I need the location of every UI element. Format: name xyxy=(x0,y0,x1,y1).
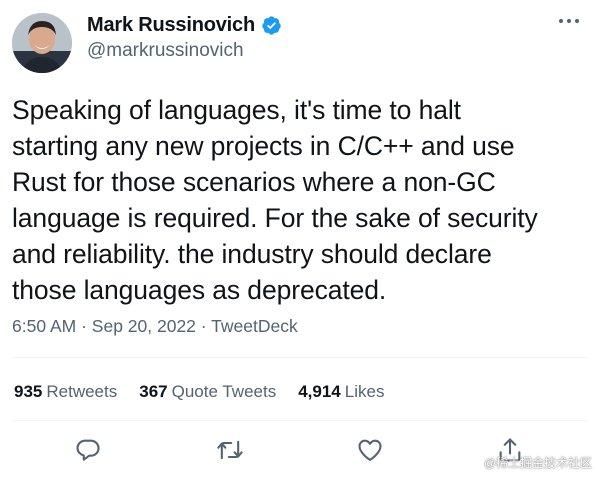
divider xyxy=(12,357,588,358)
retweets-label: Retweets xyxy=(46,382,118,401)
profile-photo-icon xyxy=(12,13,72,73)
tweet-date[interactable]: Sep 20, 2022 xyxy=(92,316,196,336)
quote-tweets-stat[interactable]: 367 Quote Tweets xyxy=(139,382,276,402)
meta-separator: · xyxy=(81,316,87,336)
tweet-text-line: and reliability. the industry should dec… xyxy=(12,239,492,269)
tweet-text-line: language is required. For the sake of se… xyxy=(12,203,538,233)
tweet-source[interactable]: TweetDeck xyxy=(211,316,298,336)
tweet-card: Mark Russinovich @markrussinovich Speaki… xyxy=(0,0,600,477)
likes-label: Likes xyxy=(344,382,385,401)
retweet-icon[interactable] xyxy=(216,436,244,464)
reply-icon[interactable] xyxy=(74,436,102,464)
meta-separator: · xyxy=(200,316,207,336)
quote-tweets-count: 367 xyxy=(139,382,168,401)
tweet-meta: 6:50 AM · Sep 20, 2022 · TweetDeck xyxy=(12,316,298,337)
more-options-icon[interactable] xyxy=(556,14,582,28)
name-row: Mark Russinovich xyxy=(87,14,282,37)
tweet-text-line: Speaking of languages, it's time to halt xyxy=(12,95,461,125)
like-icon[interactable] xyxy=(356,436,384,464)
watermark: @稀土掘金技术社区 xyxy=(483,456,592,470)
tweet-text-line: those languages as deprecated. xyxy=(12,275,387,305)
retweets-count: 935 xyxy=(14,382,43,401)
divider xyxy=(12,420,588,421)
likes-stat[interactable]: 4,914 Likes xyxy=(298,382,384,402)
likes-count: 4,914 xyxy=(298,382,341,401)
avatar[interactable] xyxy=(12,13,72,73)
retweets-stat[interactable]: 935 Retweets xyxy=(14,382,117,402)
display-name[interactable]: Mark Russinovich xyxy=(87,14,255,37)
verified-badge-icon xyxy=(262,16,281,35)
tweet-text: Speaking of languages, it's time to halt… xyxy=(12,92,592,308)
handle[interactable]: @markrussinovich xyxy=(87,40,282,62)
tweet-stats: 935 Retweets 367 Quote Tweets 4,914 Likes xyxy=(14,382,384,402)
tweet-time[interactable]: 6:50 AM xyxy=(12,316,76,336)
tweet-text-line: Rust for those scenarios where a non-GC xyxy=(12,167,496,197)
tweet-text-line: starting any new projects in C/C++ and u… xyxy=(12,131,515,161)
author-block: Mark Russinovich @markrussinovich xyxy=(87,14,282,62)
quote-tweets-label: Quote Tweets xyxy=(171,382,277,401)
